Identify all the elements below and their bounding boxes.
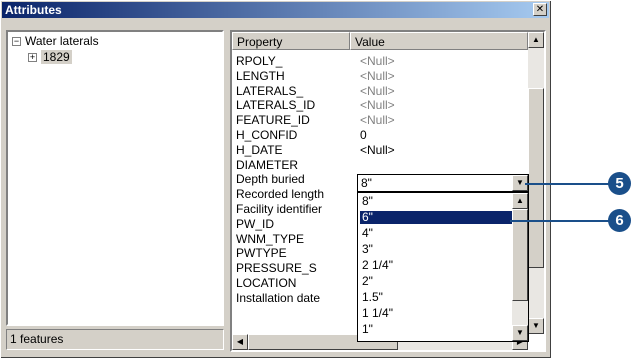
dropdown-option[interactable]: 1.5" bbox=[360, 291, 512, 304]
property-name: PWTYPE bbox=[236, 246, 287, 261]
callout-6-leader bbox=[510, 220, 611, 222]
table-row[interactable]: Recorded length bbox=[236, 187, 324, 201]
tree-item-water-laterals[interactable]: − Water laterals bbox=[12, 34, 99, 48]
dropdown-option[interactable]: 3" bbox=[360, 243, 512, 256]
table-row[interactable]: PWTYPE bbox=[236, 246, 287, 260]
diameter-value: 8" bbox=[361, 176, 372, 190]
tree-child-label: 1829 bbox=[41, 50, 72, 64]
table-row[interactable]: Facility identifier bbox=[236, 202, 322, 216]
property-value[interactable]: <Null> bbox=[360, 143, 395, 157]
property-name: DIAMETER bbox=[236, 157, 299, 172]
property-name: WNM_TYPE bbox=[236, 231, 305, 246]
window-title: Attributes bbox=[5, 3, 62, 17]
property-value[interactable]: <Null> bbox=[360, 113, 395, 127]
property-name: LENGTH bbox=[236, 68, 285, 83]
property-name: LOCATION bbox=[236, 276, 297, 290]
table-row[interactable]: LATERALS_ <Null> bbox=[236, 83, 395, 98]
table-row[interactable]: FEATURE_ID <Null> bbox=[236, 113, 395, 128]
dropdown-option[interactable]: 1 1/4" bbox=[360, 307, 512, 320]
dropdown-scrollbar[interactable]: ▲ ▼ bbox=[512, 193, 528, 341]
property-name: H_CONFID bbox=[236, 128, 298, 142]
callout-5-leader bbox=[525, 183, 611, 185]
dropdown-scroll-down-icon[interactable]: ▼ bbox=[512, 325, 528, 341]
dropdown-scroll-thumb[interactable] bbox=[512, 209, 528, 301]
title-bar[interactable]: Attributes ✕ bbox=[2, 2, 549, 18]
property-name: Recorded length bbox=[236, 187, 325, 202]
dropdown-option[interactable]: 2 1/4" bbox=[360, 259, 512, 272]
table-row[interactable]: RPOLY_ <Null> bbox=[236, 54, 395, 68]
callout-6: 6 bbox=[608, 209, 631, 232]
property-value[interactable]: 0 bbox=[360, 128, 367, 142]
table-row[interactable]: LENGTH <Null> bbox=[236, 68, 395, 83]
property-name: PW_ID bbox=[236, 216, 275, 231]
dropdown-option[interactable]: 6" bbox=[360, 211, 512, 224]
property-value[interactable]: <Null> bbox=[360, 69, 395, 83]
callout-5: 5 bbox=[608, 172, 631, 195]
property-name: Installation date bbox=[236, 290, 321, 305]
property-name: LATERALS_ bbox=[236, 83, 304, 98]
dropdown-scroll-up-icon[interactable]: ▲ bbox=[512, 193, 528, 209]
scroll-up-icon[interactable]: ▲ bbox=[528, 32, 544, 48]
property-value[interactable]: <Null> bbox=[360, 54, 395, 68]
table-row[interactable]: H_DATE <Null> bbox=[236, 142, 395, 157]
table-row[interactable]: H_CONFID 0 bbox=[236, 128, 367, 142]
table-row[interactable]: DIAMETER bbox=[236, 158, 298, 172]
close-icon[interactable]: ✕ bbox=[533, 3, 547, 16]
property-value[interactable]: <Null> bbox=[360, 98, 395, 112]
dropdown-option[interactable]: 1" bbox=[360, 323, 512, 336]
property-name: H_DATE bbox=[236, 142, 283, 157]
expand-icon[interactable]: + bbox=[28, 53, 37, 63]
status-bar: 1 features bbox=[6, 329, 224, 350]
scroll-down-icon[interactable]: ▼ bbox=[528, 318, 544, 334]
column-header-value[interactable]: Value bbox=[350, 32, 528, 50]
property-name: RPOLY_ bbox=[236, 54, 283, 68]
column-header-property[interactable]: Property bbox=[232, 32, 350, 50]
scroll-left-icon[interactable]: ◀ bbox=[232, 334, 248, 350]
table-row[interactable]: PW_ID bbox=[236, 217, 274, 231]
tree-item-1829[interactable]: +1829 bbox=[28, 50, 72, 64]
property-name: LATERALS_ID bbox=[236, 98, 316, 113]
dropdown-option[interactable]: 2" bbox=[360, 275, 512, 288]
collapse-icon[interactable]: − bbox=[12, 37, 21, 47]
table-row[interactable]: Depth buried bbox=[236, 172, 305, 186]
tree-root-label: Water laterals bbox=[25, 34, 99, 48]
property-name: FEATURE_ID bbox=[236, 113, 310, 128]
property-name: PRESSURE_S bbox=[236, 261, 317, 276]
table-row[interactable]: LOCATION bbox=[236, 276, 296, 290]
property-name: Facility identifier bbox=[236, 202, 323, 216]
table-row[interactable]: PRESSURE_S bbox=[236, 261, 317, 275]
table-row[interactable]: LATERALS_ID <Null> bbox=[236, 98, 395, 113]
dropdown-option[interactable]: 8" bbox=[360, 195, 512, 208]
diameter-dropdown-list[interactable]: 8" 6" 4" 3" 2 1/4" 2" 1.5" 1 1/4" 1" ▲ ▼ bbox=[357, 192, 529, 342]
feature-tree: − Water laterals +1829 bbox=[6, 30, 224, 326]
table-row[interactable]: WNM_TYPE bbox=[236, 232, 304, 246]
diameter-combo[interactable]: 8" ▼ bbox=[357, 174, 529, 192]
property-name: Depth buried bbox=[236, 172, 305, 187]
property-value[interactable]: <Null> bbox=[360, 84, 395, 98]
table-row[interactable]: Installation date bbox=[236, 291, 320, 305]
scroll-thumb[interactable] bbox=[528, 88, 544, 268]
dropdown-option[interactable]: 4" bbox=[360, 227, 512, 240]
